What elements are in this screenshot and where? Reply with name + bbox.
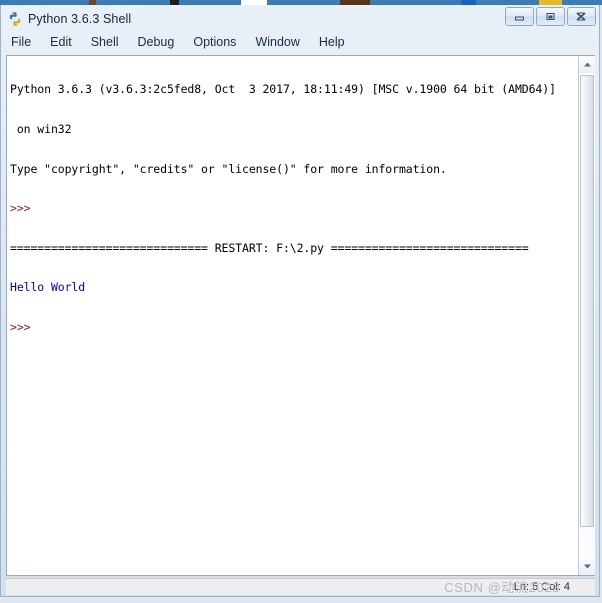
vertical-scrollbar[interactable] bbox=[578, 56, 595, 575]
maximize-button[interactable] bbox=[536, 7, 565, 26]
shell-prompt: >>> bbox=[10, 201, 38, 216]
shell-prompt: >>> bbox=[10, 320, 38, 335]
menubar: File Edit Shell Debug Options Window Hel… bbox=[1, 32, 599, 52]
menu-file[interactable]: File bbox=[10, 35, 32, 49]
minimize-button[interactable] bbox=[505, 7, 534, 26]
close-button[interactable] bbox=[567, 7, 596, 26]
statusbar: Ln: 5 Col: 4 bbox=[6, 578, 595, 595]
shell-restart-line: ============================= RESTART: F… bbox=[10, 240, 529, 255]
shell-line: Python 3.6.3 (v3.6.3:2c5fed8, Oct 3 2017… bbox=[10, 82, 556, 97]
python-icon bbox=[7, 11, 23, 27]
shell-line: on win32 bbox=[10, 122, 72, 137]
python-shell-window: Python 3.6.3 Shell File Edit Shell Debug… bbox=[0, 5, 600, 597]
shell-text-area[interactable]: Python 3.6.3 (v3.6.3:2c5fed8, Oct 3 2017… bbox=[6, 55, 595, 576]
menu-options[interactable]: Options bbox=[192, 35, 237, 49]
scrollbar-thumb[interactable] bbox=[580, 75, 594, 527]
menu-edit[interactable]: Edit bbox=[49, 35, 73, 49]
shell-output-line: Hello World bbox=[10, 280, 86, 295]
window-controls bbox=[505, 7, 596, 26]
window-title: Python 3.6.3 Shell bbox=[28, 11, 132, 26]
menu-window[interactable]: Window bbox=[254, 35, 300, 49]
scrollbar-track[interactable] bbox=[579, 73, 595, 558]
cursor-position-indicator: Ln: 5 Col: 4 bbox=[513, 581, 570, 593]
scroll-up-arrow-icon[interactable] bbox=[579, 56, 595, 73]
menu-debug[interactable]: Debug bbox=[137, 35, 176, 49]
scroll-down-arrow-icon[interactable] bbox=[579, 558, 595, 575]
window-titlebar[interactable]: Python 3.6.3 Shell bbox=[1, 5, 599, 32]
menu-shell[interactable]: Shell bbox=[90, 35, 120, 49]
menu-help[interactable]: Help bbox=[318, 35, 346, 49]
shell-output[interactable]: Python 3.6.3 (v3.6.3:2c5fed8, Oct 3 2017… bbox=[7, 56, 578, 575]
shell-line: Type "copyright", "credits" or "license(… bbox=[10, 161, 447, 176]
